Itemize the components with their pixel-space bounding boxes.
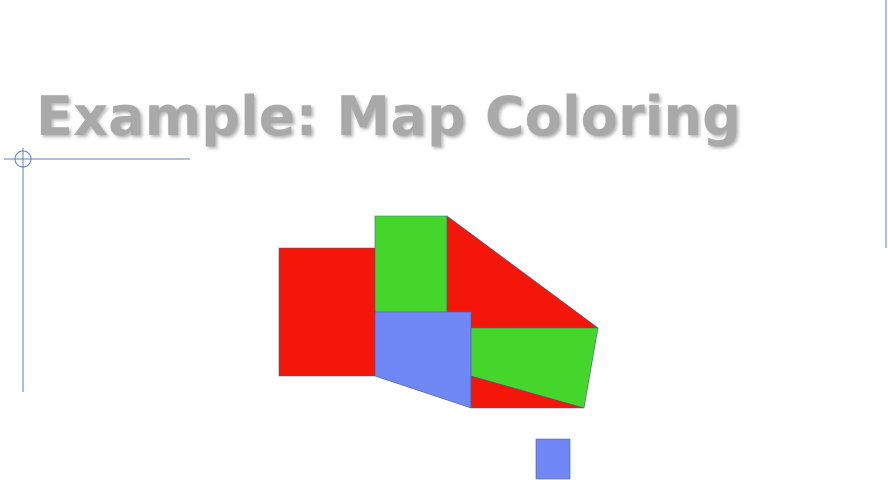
slide: Example: Map Coloring [0,0,888,480]
island-region[interactable] [535,438,571,480]
west-region[interactable] [278,247,376,377]
slide-canvas [4,0,887,480]
central-region[interactable] [374,311,472,409]
map [278,215,599,480]
north-region[interactable] [374,215,448,313]
slide-title: Example: Map Coloring [36,85,742,148]
northeast-region[interactable] [446,215,599,329]
